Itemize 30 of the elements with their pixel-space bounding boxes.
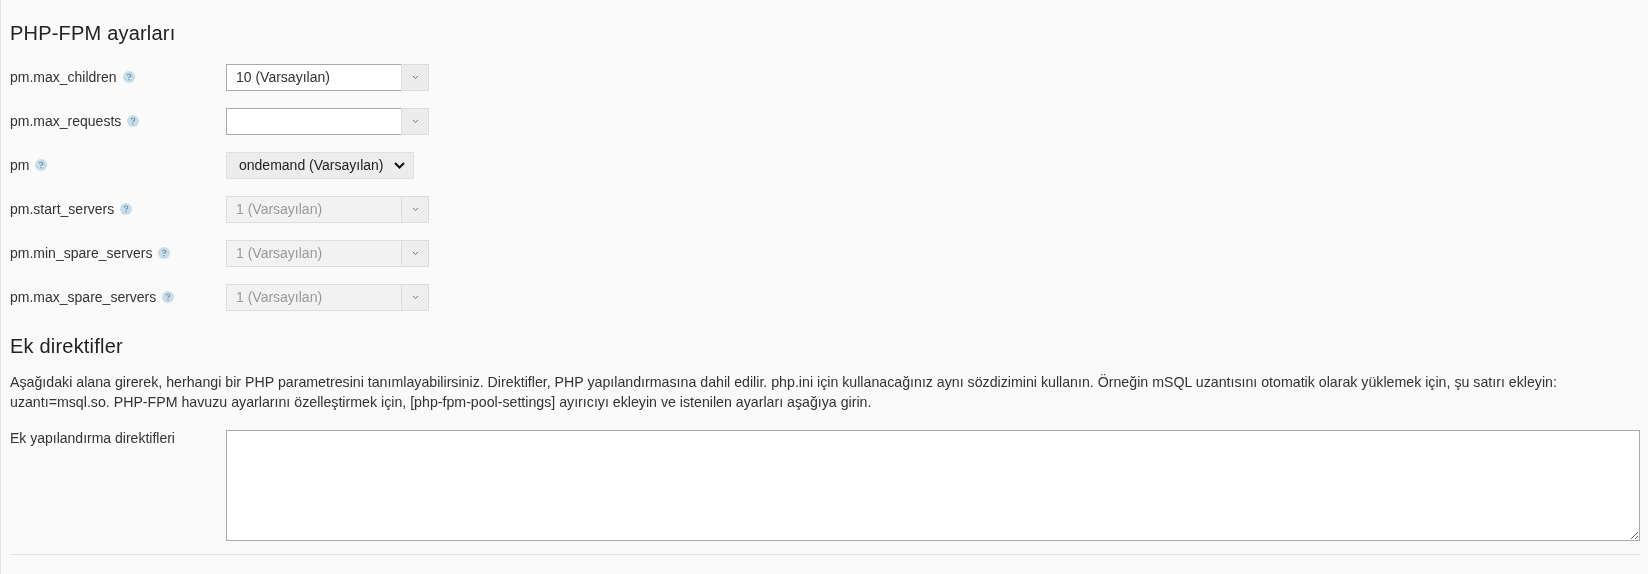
field-label: pm: [10, 157, 30, 173]
field-label: pm.max_children: [10, 69, 117, 85]
dropdown-button[interactable]: [401, 107, 429, 135]
dropdown-button[interactable]: [401, 63, 429, 91]
dropdown-button[interactable]: [401, 239, 429, 267]
number-input[interactable]: 10 (Varsayılan): [226, 63, 401, 91]
dropdown-button[interactable]: [401, 195, 429, 223]
section-heading: Ek direktifler: [10, 335, 124, 358]
field-label: Ek yapılandırma direktifleri: [10, 430, 175, 446]
help-icon[interactable]: [127, 115, 140, 127]
field-label: pm.max_spare_servers: [10, 289, 157, 305]
caret-icon: [411, 250, 419, 256]
caret-icon: [411, 74, 419, 80]
help-icon[interactable]: [120, 203, 133, 215]
chevron-down-icon: [394, 161, 405, 169]
help-icon[interactable]: [35, 159, 48, 171]
help-icon[interactable]: [122, 71, 135, 83]
field-label: pm.max_requests: [10, 113, 122, 129]
caret-icon: [411, 294, 419, 300]
description-text: Aşağıdaki alana girerek, herhangi bir PHP parametresini tanımlayabilirsiniz. Direktifler, PHP yapılandırmasına dahil edilir. php.ini için kullanacağınız aynı sözdizimini kullanın. Örneğin mSQL uzantısını otomatik olarak yüklemek için, şu satırı ekleyin: uzantı=msql.so. PHP-FPM havuzu ayarlarını özelleştirmek için, [php-fpm-pool-settings] ayırıcıyı ekleyin ve istenilen ayarları aşağıya girin.: [10, 373, 1558, 412]
section-heading: PHP-FPM ayarları: [10, 22, 177, 45]
dropdown-button[interactable]: [401, 283, 429, 311]
number-input[interactable]: [226, 107, 401, 135]
field-label: pm.start_servers: [10, 201, 115, 217]
caret-icon: [411, 206, 419, 212]
field-label: pm.min_spare_servers: [10, 245, 153, 261]
help-icon[interactable]: [162, 291, 175, 303]
select-dropdown[interactable]: ondemand (Varsayılan): [226, 151, 414, 179]
caret-icon: [411, 118, 419, 124]
help-icon[interactable]: [158, 247, 171, 259]
